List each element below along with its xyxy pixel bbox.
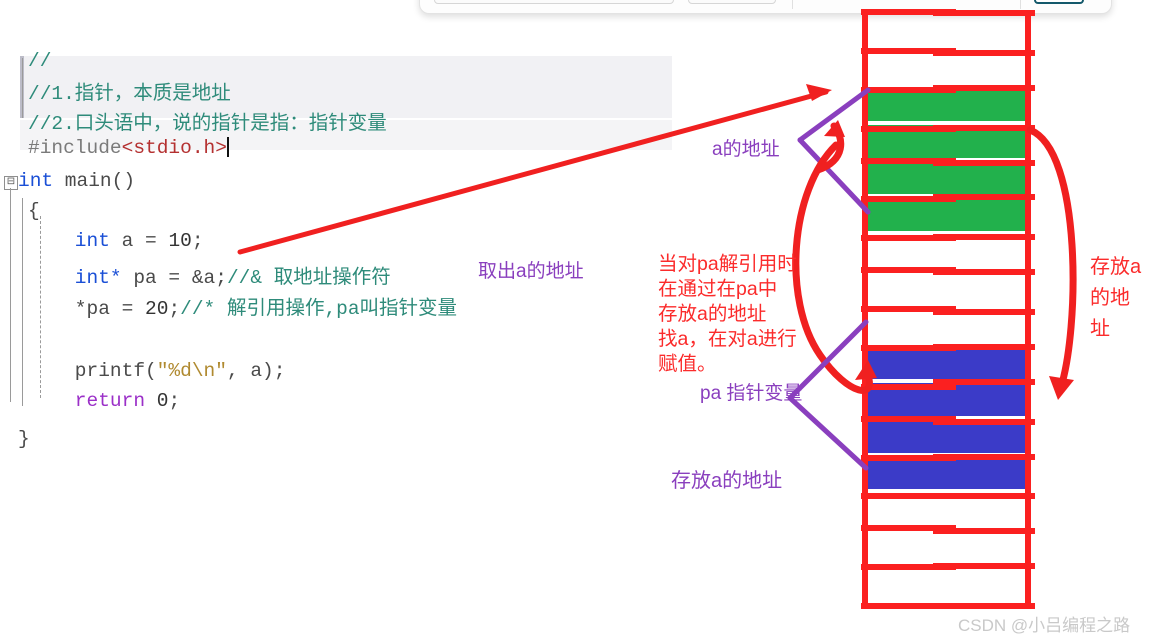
red-brace-right [1026, 126, 1077, 400]
screenshot-canvas: ⊟ // //1.指针，本质是地址 //2.口头语中，说的指针是指：指针变量 #… [0, 0, 1169, 642]
grid-horizontal-rule [933, 269, 1035, 276]
code-token: printf( [28, 360, 157, 382]
red-curve-arrow-up [814, 120, 845, 174]
grid-horizontal-rule [933, 124, 1035, 131]
code-token: , a); [226, 360, 286, 382]
code-token: #include [28, 137, 122, 159]
code-token: //* 解引用操作,pa叫指针变量 [180, 298, 458, 320]
grid-horizontal-rule [933, 84, 1035, 91]
code-line-5[interactable]: { [28, 200, 40, 222]
memory-cell-fill-green [868, 161, 1025, 195]
code-line-12[interactable]: } [18, 428, 30, 450]
purple-leader-store-address [787, 395, 869, 471]
memory-grid [861, 9, 1035, 609]
memory-cell-fill-green [868, 198, 1025, 232]
code-token: ; [168, 390, 181, 412]
memory-cell-fill-blue [868, 456, 1025, 490]
memory-cell [865, 270, 1028, 307]
grid-horizontal-rule [933, 453, 1035, 460]
annotation-red-line: 在通过在pa中 [658, 278, 778, 300]
annotation-right-red-label: 存放a 的地址 [1090, 252, 1142, 345]
annotation-red-line: 赋值。 [658, 353, 717, 375]
code-token: pa = &a; [121, 267, 227, 289]
annotation-take-address-of-a: 取出a的地址 [478, 261, 584, 282]
code-token: <stdio.h> [121, 137, 227, 159]
grid-horizontal-rule [933, 10, 1035, 16]
code-token: //1.指针，本质是地址 [28, 83, 231, 105]
dialog-divider-2 [1020, 0, 1021, 9]
annotation-store-address-of-a: 存放a的地址 [671, 470, 783, 492]
grid-horizontal-rule [933, 234, 1035, 241]
grid-horizontal-rule [933, 603, 1035, 609]
brace-scope-line [22, 198, 23, 406]
fold-vertical-line [10, 188, 11, 402]
csdn-watermark: CSDN @小吕编程之路 [958, 616, 1131, 635]
annotation-red-line: 当对pa解引用时 [658, 253, 797, 275]
memory-cell [865, 12, 1028, 49]
grid-horizontal-rule [933, 418, 1035, 425]
dialog-divider-1 [792, 0, 793, 9]
code-token: int [18, 170, 54, 192]
purple-leader-address-of-a [797, 87, 871, 215]
grid-horizontal-rule [933, 528, 1035, 535]
code-line-7[interactable]: int* pa = &a;//& 取地址操作符 [28, 260, 391, 289]
code-token: { [28, 200, 40, 222]
annotation-pa-pointer-variable: pa 指针变量 [700, 383, 803, 404]
code-line-8[interactable]: *pa = 20;//* 解引用操作,pa叫指针变量 [28, 291, 457, 320]
grid-vertical-rule [1025, 10, 1031, 604]
code-token: return [28, 390, 146, 412]
grid-horizontal-rule [933, 309, 1035, 315]
comment-block-line [22, 58, 23, 118]
code-line-4[interactable]: int main() [18, 170, 135, 192]
grid-horizontal-rule [933, 378, 1035, 385]
annotation-right-red-line: 存放a [1090, 256, 1142, 278]
code-token: //& 取地址操作符 [226, 267, 391, 289]
fold-marker-main[interactable]: ⊟ [4, 176, 18, 190]
code-token: //2.口头语中，说的指针是指：指针变量 [28, 113, 387, 135]
text-caret [226, 137, 229, 157]
grid-horizontal-rule [933, 493, 1035, 500]
code-token: "%d\n" [156, 360, 227, 382]
annotation-address-of-a: a的地址 [712, 139, 780, 160]
code-token: ; [168, 298, 181, 320]
dialog-primary-button[interactable] [1034, 0, 1084, 4]
dialog-text-field-2[interactable] [688, 0, 776, 4]
code-token: } [18, 428, 30, 450]
grid-horizontal-rule [933, 49, 1035, 56]
code-token: 10 [168, 230, 192, 252]
code-token: a = [109, 230, 169, 252]
code-token: *pa = [28, 298, 146, 320]
code-line-6[interactable]: int a = 10; [28, 230, 204, 252]
code-token: // [28, 50, 52, 72]
grid-horizontal-rule [933, 159, 1035, 166]
code-token: int* [28, 267, 122, 289]
code-line-1[interactable]: //1.指针，本质是地址 [28, 76, 231, 105]
code-token: ; [191, 230, 204, 252]
code-editor[interactable]: ⊟ // //1.指针，本质是地址 //2.口头语中，说的指针是指：指针变量 #… [0, 48, 690, 468]
annotation-red-paragraph: 当对pa解引用时 在通过在pa中 存放a的地址找a，在对a进行 赋值。 [658, 252, 797, 377]
code-line-11[interactable]: return 0; [28, 390, 180, 412]
annotation-red-line: 找a，在对a进行 [658, 328, 797, 350]
code-token: int [28, 230, 110, 252]
code-token: main() [53, 170, 136, 192]
dialog-text-field-1[interactable] [434, 0, 674, 4]
grid-horizontal-rule [933, 343, 1035, 350]
code-token: 20 [145, 298, 169, 320]
code-line-0[interactable]: // [28, 50, 51, 72]
annotation-red-line: 存放a的地址 [658, 303, 767, 325]
code-line-10[interactable]: printf("%d\n", a); [28, 360, 286, 382]
grid-horizontal-rule [933, 563, 1035, 570]
annotation-right-red-line: 的地 [1090, 287, 1130, 309]
memory-cell [865, 565, 1028, 602]
code-line-2[interactable]: //2.口头语中，说的指针是指：指针变量 [28, 106, 387, 135]
grid-horizontal-rule [933, 194, 1035, 201]
code-line-3[interactable]: #include<stdio.h> [28, 137, 229, 159]
code-token: 0 [156, 390, 169, 412]
annotation-right-red-line: 址 [1090, 318, 1110, 340]
